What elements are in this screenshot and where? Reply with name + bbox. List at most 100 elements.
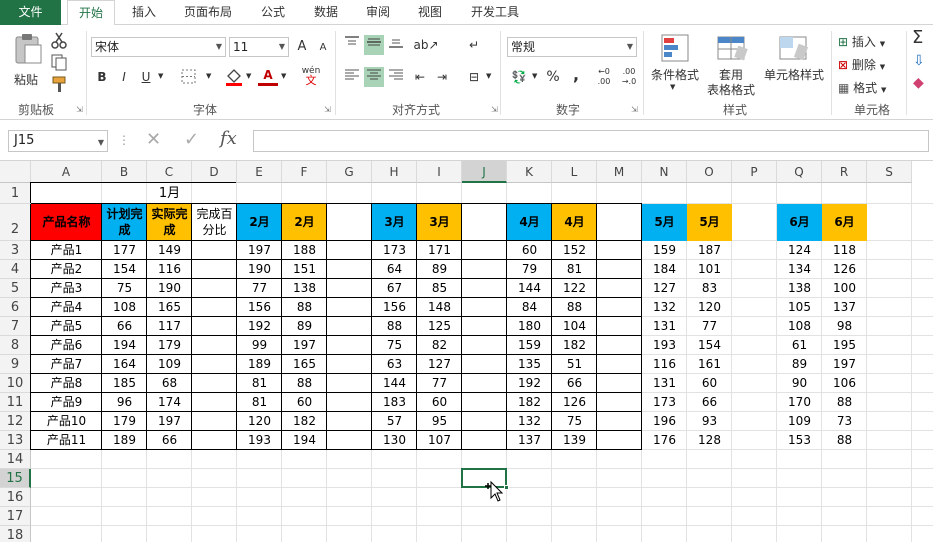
column-header-I[interactable]: I bbox=[417, 161, 462, 183]
value-cell[interactable]: 137 bbox=[507, 431, 552, 450]
italic-button[interactable]: I bbox=[114, 67, 134, 87]
value-cell[interactable]: 106 bbox=[822, 374, 867, 393]
value-cell[interactable]: 67 bbox=[372, 279, 417, 298]
value-cell[interactable]: 179 bbox=[102, 412, 147, 431]
row-header-15[interactable]: 15 bbox=[0, 469, 31, 488]
column-header-K[interactable]: K bbox=[507, 161, 552, 183]
value-cell[interactable]: 75 bbox=[552, 412, 597, 431]
tab-view[interactable]: 视图 bbox=[409, 0, 451, 25]
value-cell[interactable]: 95 bbox=[417, 412, 462, 431]
column-header-E[interactable]: E bbox=[237, 161, 282, 183]
value-cell[interactable]: 107 bbox=[417, 431, 462, 450]
product-name-cell[interactable]: 产品4 bbox=[31, 298, 102, 317]
underline-button[interactable]: U bbox=[136, 67, 156, 87]
increase-decimal-button[interactable]: ←0 .00 bbox=[592, 67, 616, 87]
decrease-decimal-button[interactable]: .00 →.0 bbox=[617, 67, 641, 87]
chevron-down-icon[interactable]: ▼ bbox=[486, 72, 491, 80]
value-cell[interactable]: 151 bbox=[282, 260, 327, 279]
value-cell[interactable]: 64 bbox=[372, 260, 417, 279]
value-cell[interactable]: 66 bbox=[552, 374, 597, 393]
value-cell[interactable]: 108 bbox=[102, 298, 147, 317]
value-cell[interactable]: 88 bbox=[282, 374, 327, 393]
row-header-11[interactable]: 11 bbox=[0, 393, 31, 412]
row-header-12[interactable]: 12 bbox=[0, 412, 31, 431]
phonetic-guide-button[interactable]: wén 文 bbox=[300, 66, 322, 87]
value-cell[interactable]: 152 bbox=[552, 241, 597, 260]
value-cell[interactable]: 118 bbox=[822, 241, 867, 260]
value-cell[interactable]: 192 bbox=[237, 317, 282, 336]
value-cell[interactable]: 109 bbox=[147, 355, 192, 374]
value-cell[interactable]: 100 bbox=[822, 279, 867, 298]
font-launcher-icon[interactable]: ⇲ bbox=[324, 105, 331, 114]
column-header-A[interactable]: A bbox=[31, 161, 102, 183]
bold-button[interactable]: B bbox=[92, 67, 112, 87]
comma-button[interactable]: , bbox=[566, 65, 586, 85]
value-cell[interactable]: 96 bbox=[102, 393, 147, 412]
value-cell[interactable]: 60 bbox=[417, 393, 462, 412]
column-header-J[interactable]: J bbox=[462, 161, 507, 183]
product-name-cell[interactable]: 产品5 bbox=[31, 317, 102, 336]
row-header-5[interactable]: 5 bbox=[0, 279, 31, 298]
value-cell[interactable]: 193 bbox=[642, 336, 687, 355]
value-cell[interactable]: 154 bbox=[687, 336, 732, 355]
align-bottom-icon[interactable] bbox=[386, 35, 406, 55]
value-cell[interactable]: 124 bbox=[777, 241, 822, 260]
value-cell[interactable]: 81 bbox=[237, 393, 282, 412]
header-actual[interactable]: 实际完成 bbox=[147, 204, 192, 241]
value-cell[interactable]: 130 bbox=[372, 431, 417, 450]
product-name-cell[interactable]: 产品10 bbox=[31, 412, 102, 431]
value-cell[interactable]: 156 bbox=[372, 298, 417, 317]
value-cell[interactable]: 132 bbox=[642, 298, 687, 317]
value-cell[interactable]: 126 bbox=[552, 393, 597, 412]
product-name-cell[interactable]: 产品8 bbox=[31, 374, 102, 393]
value-cell[interactable]: 165 bbox=[147, 298, 192, 317]
value-cell[interactable]: 196 bbox=[642, 412, 687, 431]
alignment-launcher-icon[interactable]: ⇲ bbox=[491, 105, 498, 114]
value-cell[interactable]: 81 bbox=[237, 374, 282, 393]
header-month[interactable]: 6月 bbox=[822, 204, 867, 241]
product-name-cell[interactable]: 产品3 bbox=[31, 279, 102, 298]
value-cell[interactable]: 88 bbox=[282, 298, 327, 317]
value-cell[interactable]: 116 bbox=[642, 355, 687, 374]
value-cell[interactable]: 109 bbox=[777, 412, 822, 431]
value-cell[interactable]: 154 bbox=[102, 260, 147, 279]
product-name-cell[interactable]: 产品7 bbox=[31, 355, 102, 374]
value-cell[interactable]: 82 bbox=[417, 336, 462, 355]
column-header-F[interactable]: F bbox=[282, 161, 327, 183]
cancel-button[interactable]: ✕ bbox=[146, 129, 161, 150]
value-cell[interactable]: 68 bbox=[147, 374, 192, 393]
value-cell[interactable]: 189 bbox=[237, 355, 282, 374]
value-cell[interactable]: 99 bbox=[237, 336, 282, 355]
tab-home[interactable]: 开始 bbox=[67, 0, 115, 26]
cut-icon[interactable] bbox=[50, 31, 68, 49]
row-header-14[interactable]: 14 bbox=[0, 450, 31, 469]
value-cell[interactable]: 195 bbox=[822, 336, 867, 355]
value-cell[interactable]: 197 bbox=[147, 412, 192, 431]
currency-icon[interactable]: 💱 bbox=[509, 67, 529, 87]
chevron-down-icon[interactable]: ▼ bbox=[532, 72, 537, 80]
value-cell[interactable]: 61 bbox=[777, 336, 822, 355]
tab-review[interactable]: 审阅 bbox=[357, 0, 399, 25]
value-cell[interactable]: 131 bbox=[642, 317, 687, 336]
value-cell[interactable]: 105 bbox=[777, 298, 822, 317]
value-cell[interactable]: 98 bbox=[822, 317, 867, 336]
value-cell[interactable]: 81 bbox=[552, 260, 597, 279]
column-header-R[interactable]: R bbox=[822, 161, 867, 183]
value-cell[interactable]: 177 bbox=[102, 241, 147, 260]
orientation-icon[interactable]: ab↗ bbox=[413, 35, 439, 55]
autosum-button[interactable]: Σ bbox=[912, 27, 923, 48]
value-cell[interactable]: 75 bbox=[102, 279, 147, 298]
tab-file[interactable]: 文件 bbox=[0, 0, 61, 25]
value-cell[interactable]: 120 bbox=[687, 298, 732, 317]
number-format-select[interactable]: 常规 ▼ bbox=[507, 37, 637, 57]
value-cell[interactable]: 79 bbox=[507, 260, 552, 279]
value-cell[interactable]: 126 bbox=[822, 260, 867, 279]
align-left-icon[interactable] bbox=[342, 67, 362, 87]
tab-page-layout[interactable]: 页面布局 bbox=[176, 0, 240, 25]
value-cell[interactable]: 153 bbox=[777, 431, 822, 450]
align-top-icon[interactable] bbox=[342, 35, 362, 55]
column-header-L[interactable]: L bbox=[552, 161, 597, 183]
value-cell[interactable]: 90 bbox=[777, 374, 822, 393]
clipboard-launcher-icon[interactable]: ⇲ bbox=[76, 105, 83, 114]
value-cell[interactable]: 173 bbox=[372, 241, 417, 260]
